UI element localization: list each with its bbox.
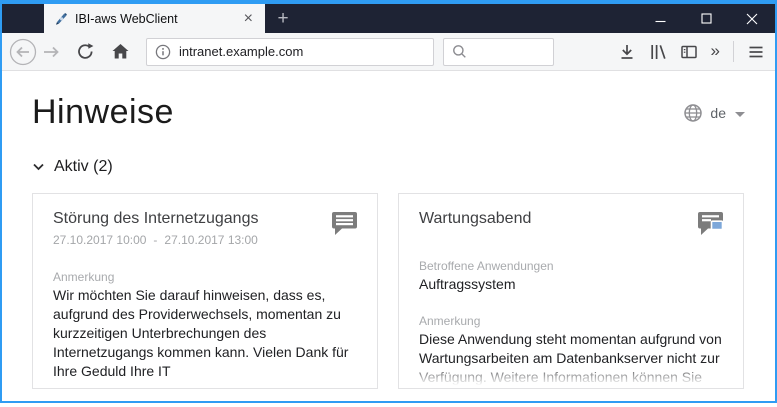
affected-apps-value: Auftragssystem [419,276,516,293]
card-date-range: 27.10.2017 10:00-27.10.2017 13:00 [53,233,357,247]
url-text[interactable]: intranet.example.com [179,44,303,59]
window-minimize-button[interactable] [637,4,683,33]
page-title: Hinweise [32,93,174,131]
card-title: Störung des Internetzugangs [53,210,259,228]
text-fade-overlay [419,362,723,388]
navigation-toolbar: intranet.example.com » [2,33,775,71]
toolbar-right-tools: » [605,41,765,62]
new-tab-button[interactable]: + [265,4,301,33]
language-selector[interactable]: de [683,103,745,123]
note-label: Anmerkung [53,270,115,285]
window-close-button[interactable] [729,4,775,33]
forward-button[interactable] [40,41,62,63]
toolbar-separator [733,41,734,62]
date-start: 27.10.2017 10:00 [53,233,147,248]
affected-apps-label: Betroffene Anwendungen [419,259,554,274]
language-code: de [710,105,726,121]
notice-cards: Störung des Internetzugangs 27.10.2017 1… [32,193,745,390]
titlebar-spacer [2,4,44,33]
search-icon [453,45,466,58]
browser-window: IBI-aws WebClient × + intranet.example.c… [0,0,777,403]
note-text-clipped: Diese Anwendung steht momentan aufgrund … [419,330,723,388]
url-bar[interactable]: intranet.example.com [146,37,434,66]
page-header: Hinweise de [32,93,745,131]
chat-bubble-scheduled-icon [698,212,724,236]
library-icon[interactable] [649,43,667,61]
sidebar-toggle-icon[interactable] [680,43,698,61]
note-text: Wir möchten Sie darauf hinweisen, dass e… [53,287,349,380]
note-label: Anmerkung [419,314,481,329]
date-separator: - [153,233,158,248]
tab-close-icon[interactable]: × [240,10,257,27]
chat-bubble-icon [332,212,357,236]
site-favicon-icon [52,11,68,27]
globe-icon [684,104,703,122]
search-input[interactable] [443,37,554,66]
section-label: Aktiv (2) [54,158,113,176]
date-end: 27.10.2017 13:00 [164,233,258,248]
browser-tab[interactable]: IBI-aws WebClient × [44,4,265,33]
section-header-aktiv[interactable]: Aktiv (2) [32,158,745,176]
download-icon[interactable] [618,43,636,61]
window-maximize-button[interactable] [683,4,729,33]
section-chevron-icon [33,164,44,171]
reload-icon[interactable] [76,42,95,61]
card-title: Wartungsabend [419,210,532,228]
home-icon[interactable] [111,42,130,61]
window-controls [637,4,775,33]
tab-title: IBI-aws WebClient [75,11,178,26]
titlebar: IBI-aws WebClient × + [2,4,775,33]
notice-card-wartungsabend[interactable]: Wartungsabend Betroffene Anwendungen Auf… [398,193,744,390]
notice-card-stoerung[interactable]: Störung des Internetzugangs 27.10.2017 1… [32,193,378,390]
back-button[interactable] [8,37,38,67]
page-content: Hinweise de Aktiv (2) Störung des Intern… [2,71,775,401]
chevron-down-icon [735,111,745,117]
overflow-menu-icon[interactable]: » [711,42,720,59]
hamburger-menu-icon[interactable] [747,43,765,61]
site-info-icon[interactable] [155,44,171,60]
